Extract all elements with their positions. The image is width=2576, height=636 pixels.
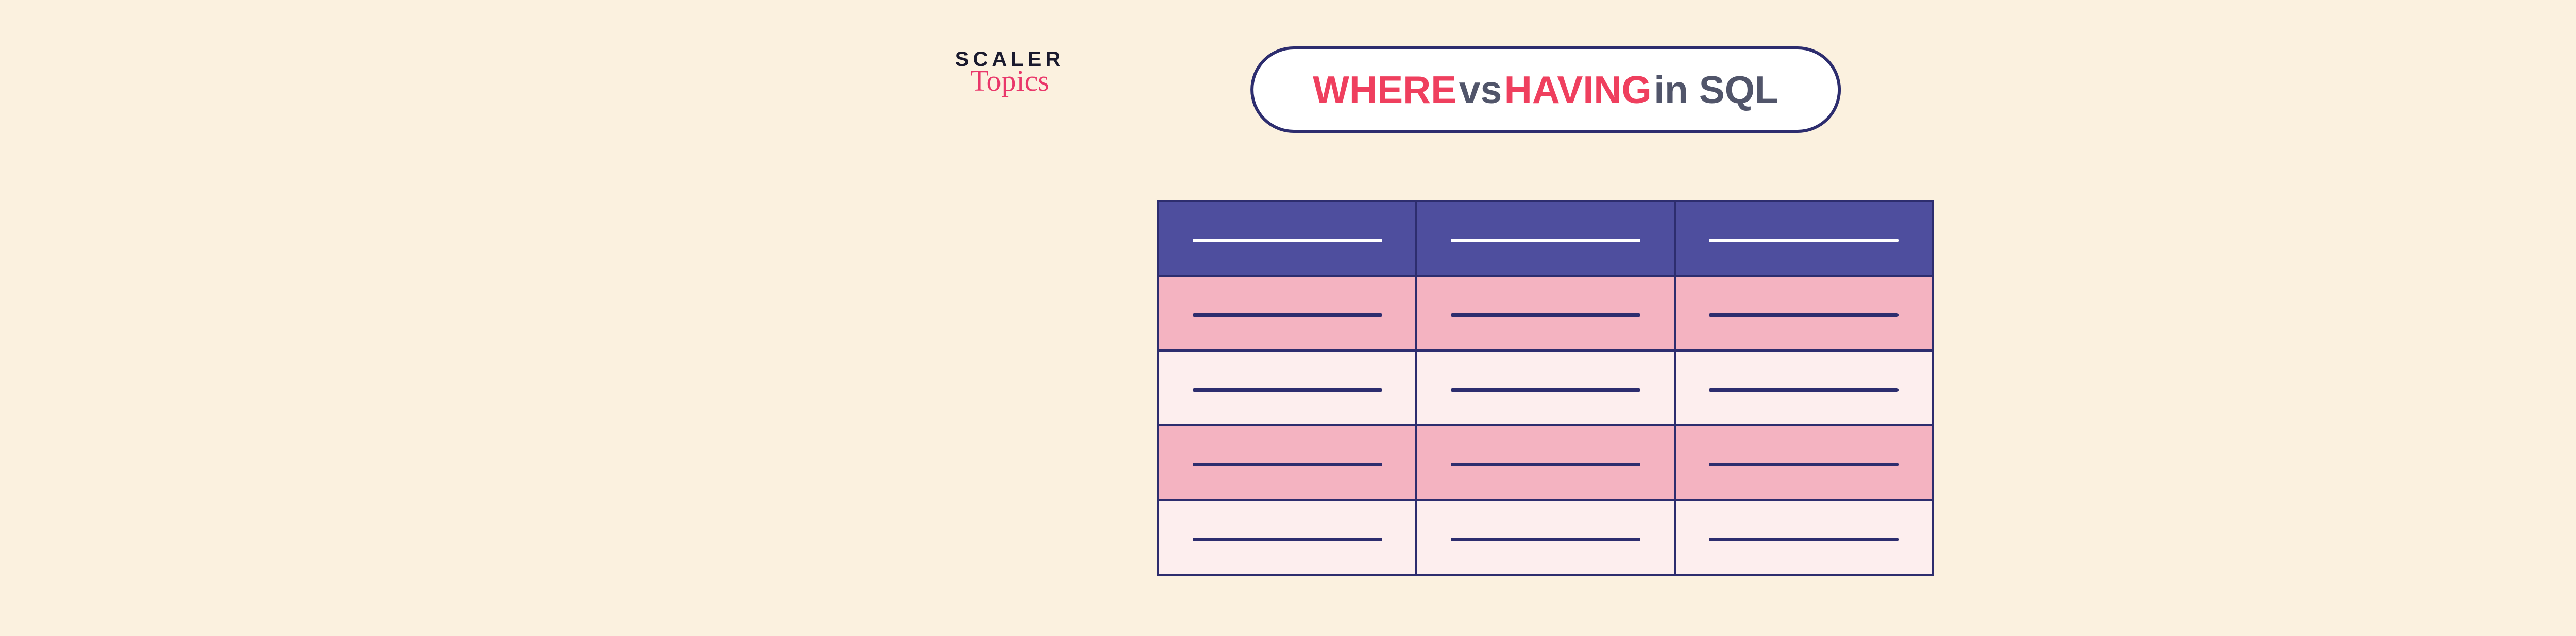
table-row (1158, 276, 1933, 350)
cell-placeholder-line (1451, 239, 1640, 242)
cell-placeholder-line (1451, 313, 1640, 317)
cell-placeholder-line (1709, 388, 1899, 392)
cell-placeholder-line (1709, 313, 1899, 317)
logo-text-bottom: Topics (943, 68, 1077, 94)
cell-placeholder-line (1193, 388, 1382, 392)
table-cell (1416, 500, 1674, 575)
table-cell (1675, 425, 1933, 500)
table-cell (1158, 500, 1416, 575)
table (1157, 200, 1934, 576)
table-row (1158, 500, 1933, 575)
table-cell (1416, 201, 1674, 276)
cell-placeholder-line (1193, 463, 1382, 466)
table-cell (1158, 350, 1416, 425)
table-header-row (1158, 201, 1933, 276)
cell-placeholder-line (1709, 538, 1899, 541)
table-cell (1675, 276, 1933, 350)
table-cell (1416, 276, 1674, 350)
title-vs: vs (1459, 68, 1502, 111)
title-where: WHERE (1313, 68, 1456, 111)
table-cell (1158, 276, 1416, 350)
illustration-table (1157, 200, 1934, 576)
table-cell (1416, 350, 1674, 425)
cell-placeholder-line (1193, 538, 1382, 541)
table-cell (1158, 201, 1416, 276)
table-cell (1675, 500, 1933, 575)
table-cell (1675, 350, 1933, 425)
cell-placeholder-line (1451, 388, 1640, 392)
table-row (1158, 350, 1933, 425)
cell-placeholder-line (1193, 313, 1382, 317)
table-cell (1675, 201, 1933, 276)
cell-placeholder-line (1709, 463, 1899, 466)
title-pill: WHERE vs HAVING in SQL (1250, 46, 1841, 133)
table-cell (1416, 425, 1674, 500)
cell-placeholder-line (1709, 239, 1899, 242)
table-cell (1158, 425, 1416, 500)
cell-placeholder-line (1451, 538, 1640, 541)
scaler-topics-logo: SCALER Topics (943, 49, 1077, 94)
cell-placeholder-line (1451, 463, 1640, 466)
table-row (1158, 425, 1933, 500)
cell-placeholder-line (1193, 239, 1382, 242)
title-in-sql: in SQL (1654, 68, 1778, 111)
title-having: HAVING (1504, 68, 1652, 111)
